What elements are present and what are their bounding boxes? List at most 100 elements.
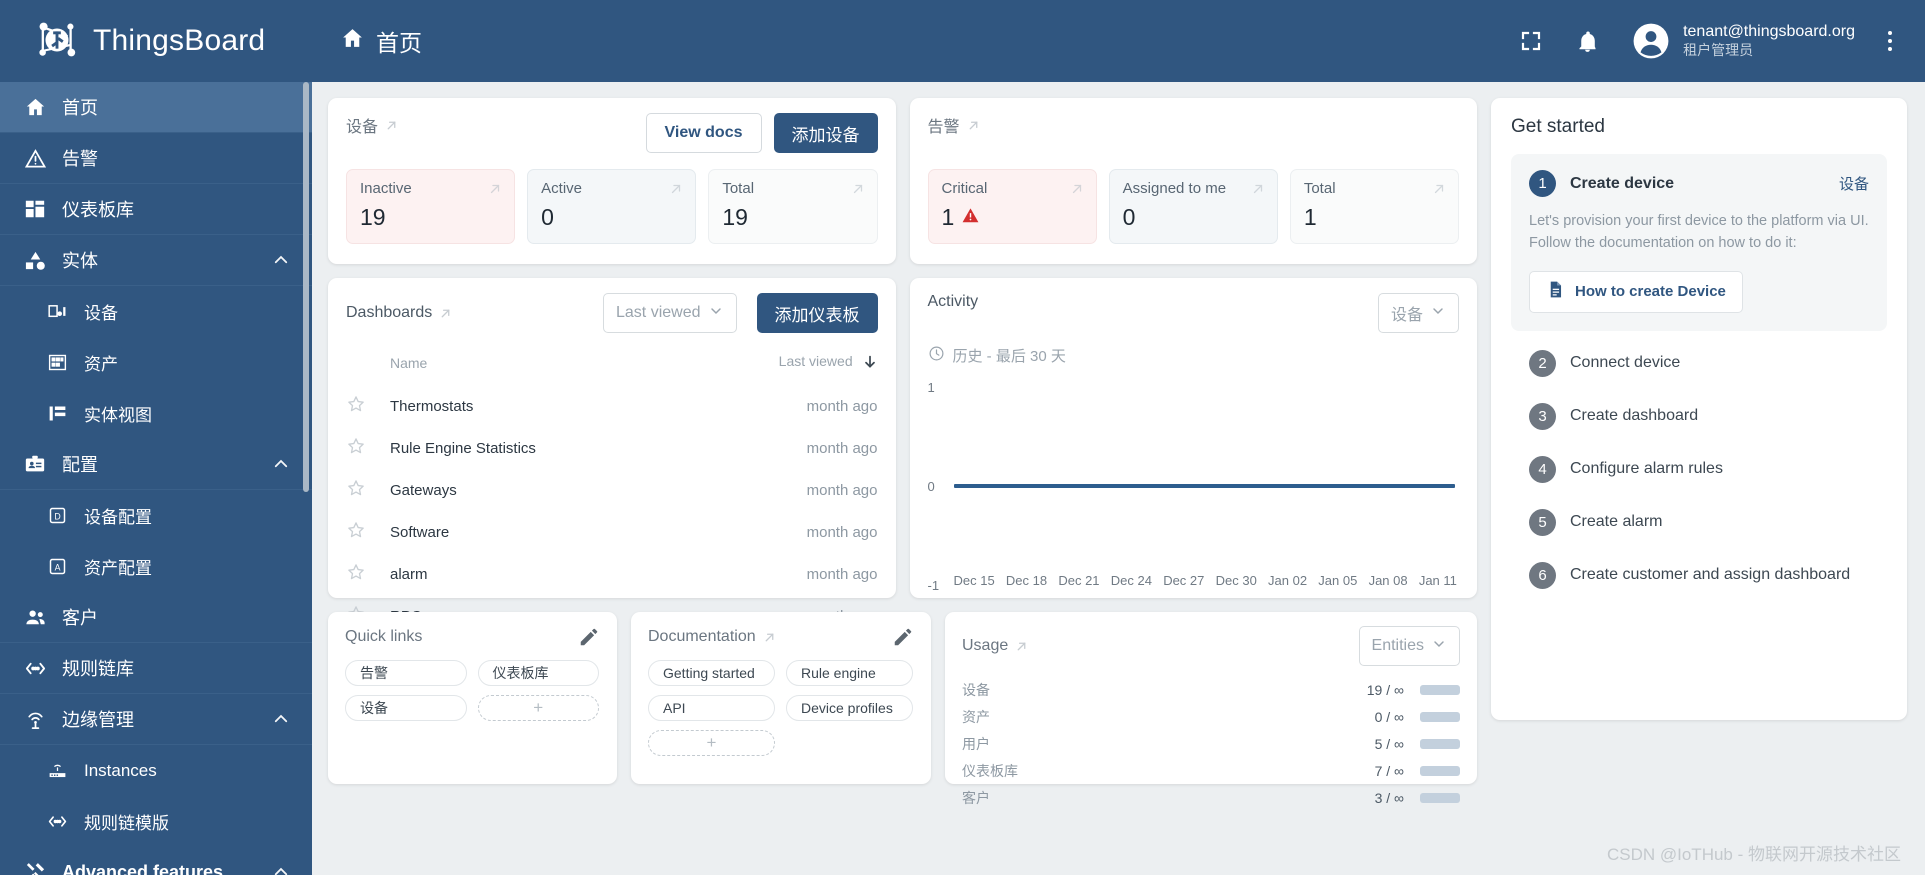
- kebab-menu-icon[interactable]: [1877, 24, 1903, 58]
- get-started-step-6[interactable]: 6 Create customer and assign dashboard: [1511, 549, 1887, 602]
- tile-critical[interactable]: Critical 1: [927, 169, 1097, 244]
- dashboard-last-viewed: month ago: [806, 523, 878, 541]
- chevron-up-icon[interactable]: [272, 455, 290, 473]
- documentation-chip[interactable]: API: [648, 695, 775, 721]
- sidebar-scrollbar-thumb[interactable]: [303, 82, 309, 492]
- sidebar-item-edge-instances[interactable]: Instances: [0, 745, 312, 796]
- sidebar-item-rule-chain-templates[interactable]: 规则链模版: [0, 796, 312, 847]
- user-menu[interactable]: tenant@thingsboard.org 租户管理员: [1632, 22, 1855, 60]
- pencil-icon[interactable]: [892, 626, 914, 648]
- favorite-star-icon[interactable]: [346, 564, 366, 586]
- dashboards-sort-select[interactable]: Last viewed: [603, 293, 737, 333]
- sidebar-item-device-profiles[interactable]: D 设备配置: [0, 490, 312, 541]
- usage-entity-select[interactable]: Entities: [1358, 626, 1460, 666]
- y-tick-neg1: -1: [927, 578, 940, 593]
- external-link-icon: [385, 119, 398, 132]
- documentation-title[interactable]: Documentation: [648, 628, 776, 646]
- chevron-up-icon[interactable]: [272, 710, 290, 728]
- favorite-star-icon[interactable]: [346, 438, 366, 460]
- user-email: tenant@thingsboard.org: [1683, 23, 1855, 41]
- favorite-star-icon[interactable]: [346, 522, 366, 544]
- usage-row: 设备 19 / ∞: [962, 680, 1460, 700]
- step-label: Create dashboard: [1570, 407, 1699, 424]
- dashboards-card-title[interactable]: Dashboards: [346, 304, 452, 322]
- sidebar-item-rule-chains[interactable]: 规则链库: [0, 643, 312, 694]
- documentation-chip[interactable]: Getting started: [648, 660, 775, 686]
- table-row[interactable]: Gateways month ago: [346, 469, 878, 511]
- tile-label: Total: [722, 180, 755, 197]
- sidebar-item-edge-management[interactable]: 边缘管理: [0, 694, 312, 745]
- fullscreen-icon[interactable]: [1514, 24, 1548, 58]
- devices-card-header: 设备 View docs 添加设备: [346, 113, 878, 159]
- usage-bar: [1420, 793, 1460, 803]
- add-documentation-link-button[interactable]: +: [648, 730, 775, 756]
- quick-link-chip[interactable]: 告警: [345, 660, 467, 686]
- get-started-step-3[interactable]: 3 Create dashboard: [1511, 390, 1887, 443]
- tile-total-alarms[interactable]: Total 1: [1289, 169, 1460, 244]
- activity-entity-select[interactable]: 设备: [1377, 293, 1459, 333]
- quick-links-card: Quick links 告警 仪表板库 设备 +: [328, 612, 617, 784]
- favorite-star-icon[interactable]: [346, 480, 366, 502]
- activity-timewindow[interactable]: 历史 - 最后 30 天: [928, 345, 1460, 366]
- sidebar-item-entity-views[interactable]: 实体视图: [0, 388, 312, 439]
- chevron-up-icon[interactable]: [272, 251, 290, 269]
- table-row[interactable]: Rule Engine Statistics month ago: [346, 427, 878, 469]
- bell-icon[interactable]: [1570, 24, 1604, 58]
- column-last-viewed[interactable]: Last viewed: [681, 347, 878, 385]
- quick-link-chip[interactable]: 仪表板库: [477, 660, 599, 686]
- how-to-create-device-button[interactable]: How to create Device: [1529, 270, 1743, 313]
- chevron-up-icon[interactable]: [272, 863, 290, 875]
- x-tick: Jan 02: [1268, 573, 1308, 588]
- tile-value: 0: [1122, 204, 1136, 230]
- get-started-step-1[interactable]: 1 Create device 设备 Let's provision your …: [1511, 154, 1887, 331]
- sidebar-item-alarms[interactable]: 告警: [0, 133, 312, 184]
- sidebar-item-asset-profiles[interactable]: A 资产配置: [0, 541, 312, 592]
- dashboard-name: Rule Engine Statistics: [390, 439, 536, 457]
- sidebar-item-home[interactable]: 首页: [0, 82, 312, 133]
- x-tick: Jan 05: [1318, 573, 1358, 588]
- sidebar-item-label: 实体: [62, 251, 98, 271]
- get-started-step-5[interactable]: 5 Create alarm: [1511, 496, 1887, 549]
- sidebar-item-entities[interactable]: 实体: [0, 235, 312, 286]
- sidebar-item-profiles[interactable]: 配置: [0, 439, 312, 490]
- brand-logo[interactable]: ThingsBoard: [0, 0, 312, 82]
- step-1-entity-link[interactable]: 设备: [1839, 173, 1869, 194]
- sidebar-item-dashboards[interactable]: 仪表板库: [0, 184, 312, 235]
- sidebar-item-advanced-features[interactable]: Advanced features: [0, 847, 312, 875]
- step-1-header: 1 Create device 设备: [1529, 170, 1869, 197]
- table-row[interactable]: alarm month ago: [346, 553, 878, 595]
- devices-card-title[interactable]: 设备: [346, 113, 398, 137]
- add-dashboard-button[interactable]: 添加仪表板: [756, 293, 878, 333]
- tile-total-devices[interactable]: Total 19: [708, 169, 878, 244]
- table-row[interactable]: Software month ago: [346, 511, 878, 553]
- usage-title[interactable]: Usage: [962, 637, 1028, 655]
- tile-active[interactable]: Active 0: [527, 169, 697, 244]
- table-row[interactable]: Thermostats month ago: [346, 385, 878, 427]
- documentation-chip[interactable]: Rule engine: [786, 660, 913, 686]
- column-last-viewed-label: Last viewed: [778, 353, 853, 369]
- get-started-steps: 2 Connect device 3 Create dashboard 4 Co…: [1511, 337, 1887, 602]
- alarms-card-title[interactable]: 告警: [928, 113, 980, 137]
- x-tick: Jan 08: [1368, 573, 1408, 588]
- tile-inactive[interactable]: Inactive 19: [346, 169, 516, 244]
- usage-row: 仪表板库 7 / ∞: [962, 761, 1460, 781]
- sidebar-item-devices[interactable]: 设备: [0, 286, 312, 337]
- column-name[interactable]: Name: [390, 347, 681, 385]
- get-started-step-2[interactable]: 2 Connect device: [1511, 337, 1887, 390]
- view-docs-button[interactable]: View docs: [645, 113, 762, 153]
- sidebar-item-assets[interactable]: 资产: [0, 337, 312, 388]
- documentation-chip[interactable]: Device profiles: [786, 695, 913, 721]
- step-number-badge: 1: [1529, 170, 1556, 197]
- document-icon: [1546, 280, 1565, 303]
- tile-assigned-to-me[interactable]: Assigned to me 0: [1108, 169, 1278, 244]
- add-device-button[interactable]: 添加设备: [773, 113, 878, 153]
- get-started-step-4[interactable]: 4 Configure alarm rules: [1511, 443, 1887, 496]
- sidebar-item-customers[interactable]: 客户: [0, 592, 312, 643]
- add-quick-link-button[interactable]: +: [477, 695, 599, 721]
- pencil-icon[interactable]: [578, 626, 600, 648]
- how-to-create-device-label: How to create Device: [1575, 283, 1726, 300]
- sidebar-item-label: 资产: [84, 355, 118, 374]
- tile-label: Active: [541, 180, 583, 197]
- quick-link-chip[interactable]: 设备: [345, 695, 467, 721]
- favorite-star-icon[interactable]: [346, 396, 366, 418]
